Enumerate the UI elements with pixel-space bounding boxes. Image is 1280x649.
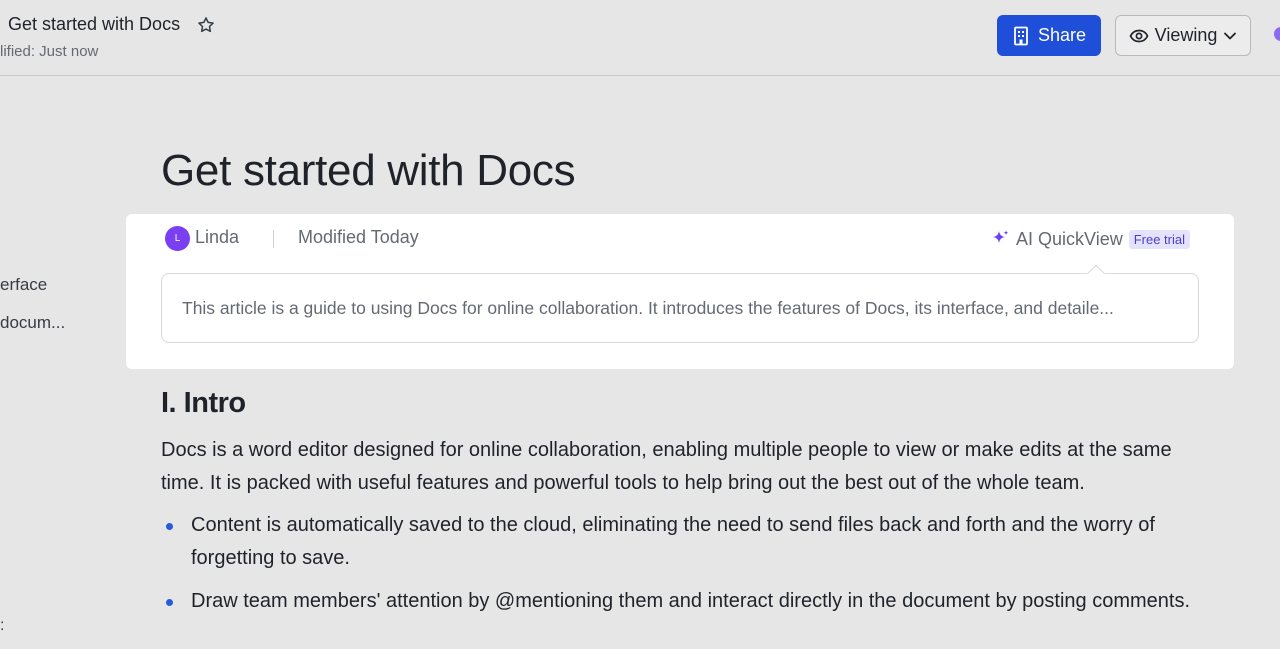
- building-icon: [1014, 26, 1028, 45]
- chevron-down-icon: [1224, 32, 1237, 39]
- author-name[interactable]: Linda: [195, 227, 239, 248]
- collaborator-avatar[interactable]: [1274, 27, 1280, 41]
- share-button[interactable]: Share: [997, 15, 1101, 56]
- outline-item-document[interactable]: docum...: [0, 313, 65, 333]
- sparkle-icon: [993, 230, 1009, 243]
- eye-icon: [1129, 29, 1149, 42]
- doc-info-card: L Linda Modified Today AI QuickView Free…: [126, 214, 1234, 369]
- ai-quickview-label: AI QuickView: [1016, 228, 1123, 249]
- star-icon[interactable]: [196, 15, 216, 35]
- free-trial-badge: Free trial: [1128, 229, 1191, 249]
- modified-text: Modified Today: [298, 227, 419, 247]
- intro-paragraph: Docs is a word editor designed for onlin…: [161, 439, 1172, 494]
- page-title: Get started with Docs: [161, 146, 576, 195]
- viewing-mode-dropdown[interactable]: Viewing: [1115, 15, 1251, 56]
- bullet-dot: [166, 599, 173, 606]
- list-item-text: Draw team members' attention by @mention…: [191, 590, 1191, 612]
- ai-summary-text: This article is a guide to using Docs fo…: [182, 298, 1114, 318]
- doc-title[interactable]: Get started with Docs: [8, 14, 180, 35]
- outline-item-fragment[interactable]: :: [0, 617, 4, 635]
- meta-divider: [273, 230, 274, 248]
- section-heading-intro: I. Intro: [161, 387, 246, 419]
- bullet-dot: [166, 523, 173, 530]
- outline-item-interface[interactable]: erface: [0, 275, 47, 295]
- top-header: Get started with Docs lified: Just now S…: [0, 0, 1280, 76]
- ai-quickview-button[interactable]: AI QuickView Free trial: [990, 226, 1191, 252]
- author-avatar[interactable]: L: [165, 226, 190, 251]
- last-modified-text: lified: Just now: [0, 43, 99, 60]
- share-label: Share: [1037, 25, 1087, 45]
- list-item-text: Content is automatically saved to the cl…: [191, 514, 1155, 569]
- viewing-label: Viewing: [1154, 25, 1218, 45]
